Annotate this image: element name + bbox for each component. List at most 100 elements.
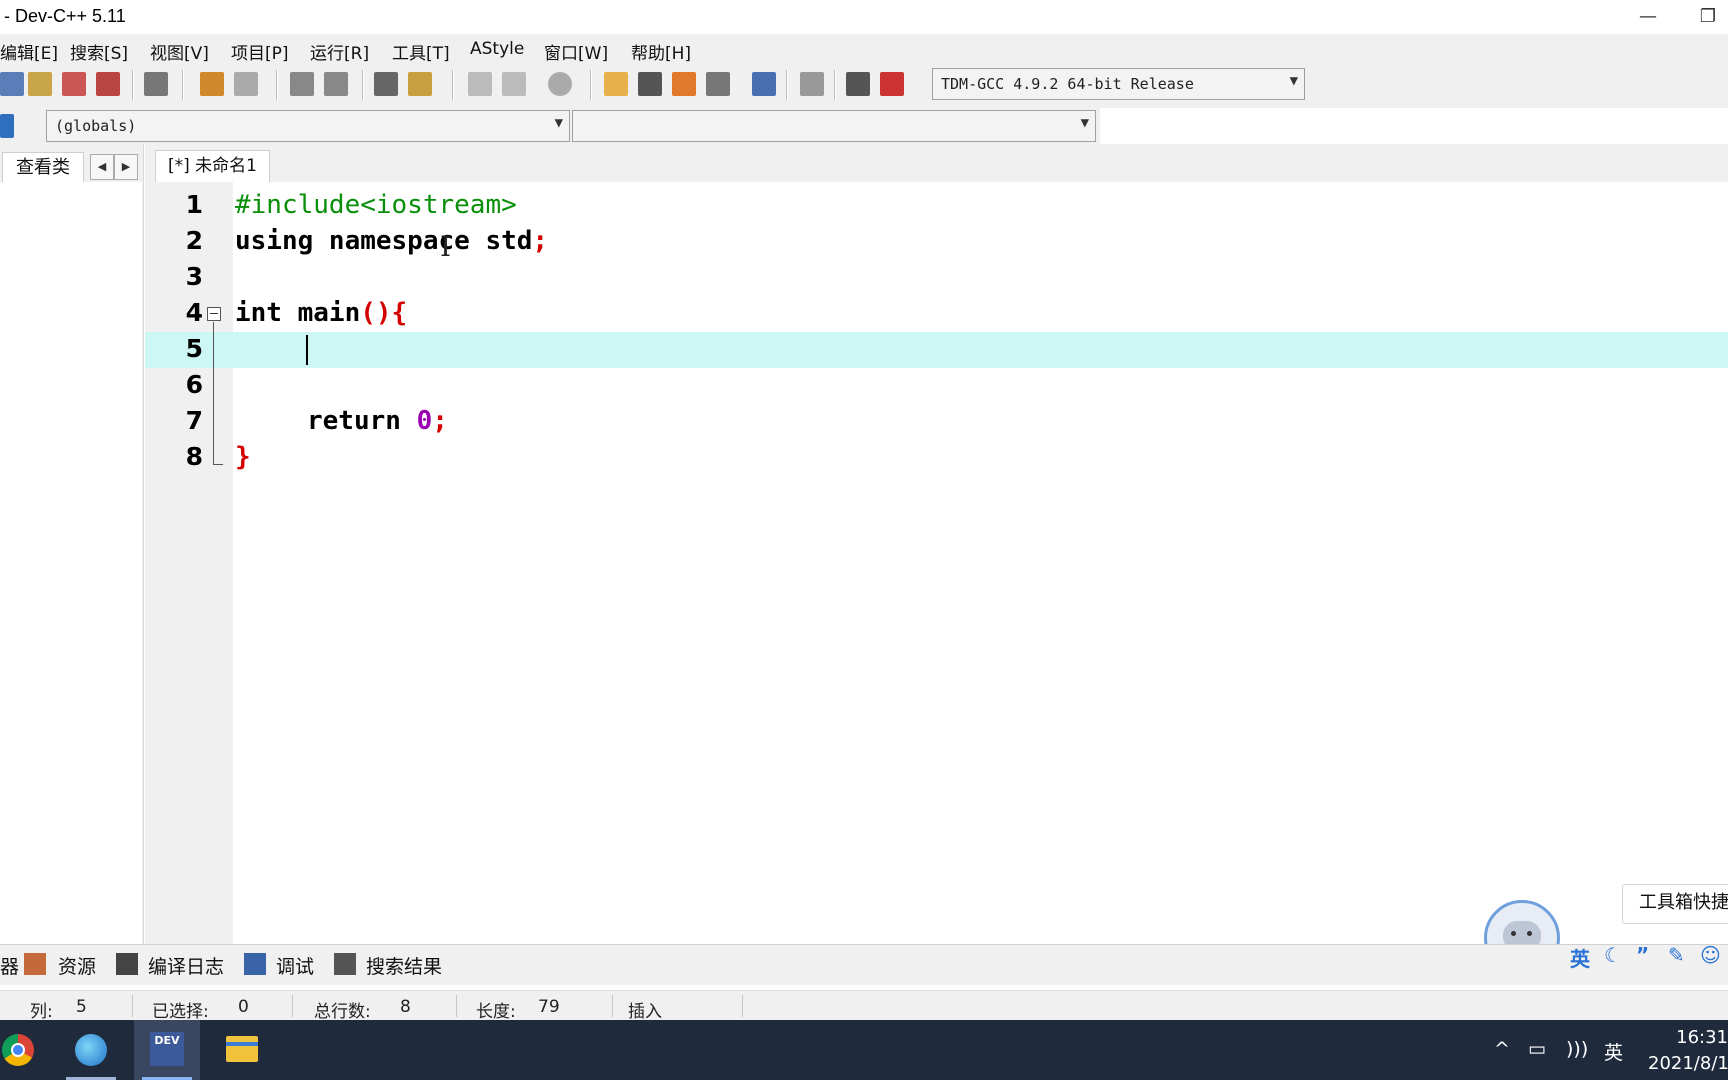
clock[interactable]: 16:31 2021/8/1 [1648,1025,1728,1077]
indent-icon[interactable] [374,72,398,96]
status-len-value: 79 [538,997,560,1017]
menu-help[interactable]: 帮助[H] [631,39,691,64]
close-all-icon[interactable] [96,72,120,96]
toolbar-separator [452,70,453,100]
status-separator [292,995,293,1017]
code-keyword: int main [235,298,361,328]
status-separator [132,995,133,1017]
class-browser-icon[interactable] [0,114,14,138]
scope-value: (globals) [55,117,137,135]
menu-search[interactable]: 搜索[S] [70,39,128,64]
edge-icon[interactable] [58,1020,124,1080]
syntax-check-icon[interactable] [752,72,776,96]
tab-resources[interactable]: 资源 [58,952,96,979]
menu-astyle[interactable]: AStyle [470,39,524,59]
toolbar-separator [786,70,787,100]
stop-execution-icon[interactable] [800,72,824,96]
compile-log-icon [116,953,138,975]
find-icon[interactable] [290,72,314,96]
line-number: 3 [185,262,203,291]
run-icon[interactable] [638,72,662,96]
tab-untitled1[interactable]: [*] 未命名1 [155,150,270,183]
text-caret [306,335,308,365]
menu-project[interactable]: 项目[P] [231,39,289,64]
punctuation-icon[interactable]: ” [1636,943,1649,967]
line-number: 1 [185,190,203,219]
toggle-bookmark-icon[interactable] [548,72,572,96]
arrow-left-icon[interactable]: ◀ [90,154,114,180]
compile-icon[interactable] [604,72,628,96]
scope-select[interactable]: (globals) ▼ [46,110,570,142]
bookmark-prev-icon[interactable] [468,72,492,96]
code-line: 2 using namespace std; [145,224,1728,260]
menu-window[interactable]: 窗口[W] [544,39,608,64]
devcpp-logo: DEV [150,1032,184,1066]
function-select[interactable]: ▼ [572,110,1096,142]
battery-icon[interactable]: ▭ [1528,1038,1546,1060]
main-toolbar: TDM-GCC 4.9.2 64-bit Release ▼ [0,64,1728,108]
wrench-icon[interactable]: ✎ [1668,943,1685,967]
class-tree[interactable] [0,182,142,944]
save-icon[interactable] [0,72,24,96]
code-text: using namespace std; [235,226,548,256]
rebuild-icon[interactable] [706,72,730,96]
delete-profile-icon[interactable] [880,72,904,96]
line-number: 2 [185,226,203,255]
compiler-select[interactable]: TDM-GCC 4.9.2 64-bit Release ▼ [932,68,1305,100]
bottom-tabs: 器 资源 编译日志 调试 搜索结果 英 ☾ ” ✎ ☺ [0,943,1728,985]
window-title: - Dev-C++ 5.11 [4,6,126,26]
minimize-icon[interactable]: — [1628,2,1668,32]
unindent-icon[interactable] [408,72,432,96]
tab-compiler[interactable]: 器 [0,952,19,979]
ime-lang-toggle[interactable]: 英 [1570,943,1590,972]
chevron-up-icon[interactable]: ^ [1494,1038,1510,1060]
file-explorer-icon[interactable] [208,1020,274,1080]
resources-icon [24,953,46,975]
compile-run-icon[interactable] [672,72,696,96]
class-browser-panel: 查看类 ◀ ▶ [0,144,144,944]
code-symbol: ; [432,406,448,436]
tray-ime-lang[interactable]: 英 [1604,1038,1623,1065]
wifi-icon[interactable]: ))) [1566,1038,1588,1060]
moon-icon[interactable]: ☾ [1604,943,1622,967]
menu-run[interactable]: 运行[R] [310,39,369,64]
chrome-logo-center [11,1043,25,1057]
profile-icon[interactable] [846,72,870,96]
code-editor[interactable]: 1 #include<iostream> 2 using namespace s… [145,182,1728,944]
tab-class-view[interactable]: 查看类 [2,152,84,183]
fold-guide [213,322,214,464]
arrow-right-icon[interactable]: ▶ [114,154,138,180]
code-line: 7 return 0; [145,404,1728,440]
replace-icon[interactable] [324,72,348,96]
bookmark-next-icon[interactable] [502,72,526,96]
menu-tools[interactable]: 工具[T] [392,39,450,64]
status-separator [456,995,457,1017]
chrome-icon[interactable] [0,1020,50,1080]
toolbar-separator [834,70,835,100]
status-col-value: 5 [76,997,87,1017]
toolbox-popup[interactable]: 工具箱快捷 [1622,884,1728,924]
status-lines-label: 总行数: [314,1002,371,1022]
tab-compile-log[interactable]: 编译日志 [148,952,224,979]
tab-search-results[interactable]: 搜索结果 [366,952,442,979]
devcpp-icon[interactable]: DEV [134,1020,200,1080]
clock-date: 2021/8/1 [1648,1053,1728,1074]
menu-edit[interactable]: 编辑[E] [0,39,58,64]
tab-debug[interactable]: 调试 [276,952,314,979]
redo-icon[interactable] [234,72,258,96]
title-bar: - Dev-C++ 5.11 — ❐ [0,0,1728,34]
smiley-icon[interactable]: ☺ [1700,943,1721,967]
restore-icon[interactable]: ❐ [1688,2,1728,32]
fold-end [213,464,223,465]
undo-icon[interactable] [200,72,224,96]
clock-time: 16:31 [1676,1027,1728,1048]
print-icon[interactable] [144,72,168,96]
status-lines-value: 8 [400,997,411,1017]
toolbar-separator [276,70,277,100]
code-line: 3 [145,260,1728,296]
status-col-label: 列: [30,1002,53,1022]
fold-collapse-icon[interactable] [207,307,221,321]
menu-view[interactable]: 视图[V] [150,39,209,64]
close-file-icon[interactable] [62,72,86,96]
save-all-icon[interactable] [28,72,52,96]
